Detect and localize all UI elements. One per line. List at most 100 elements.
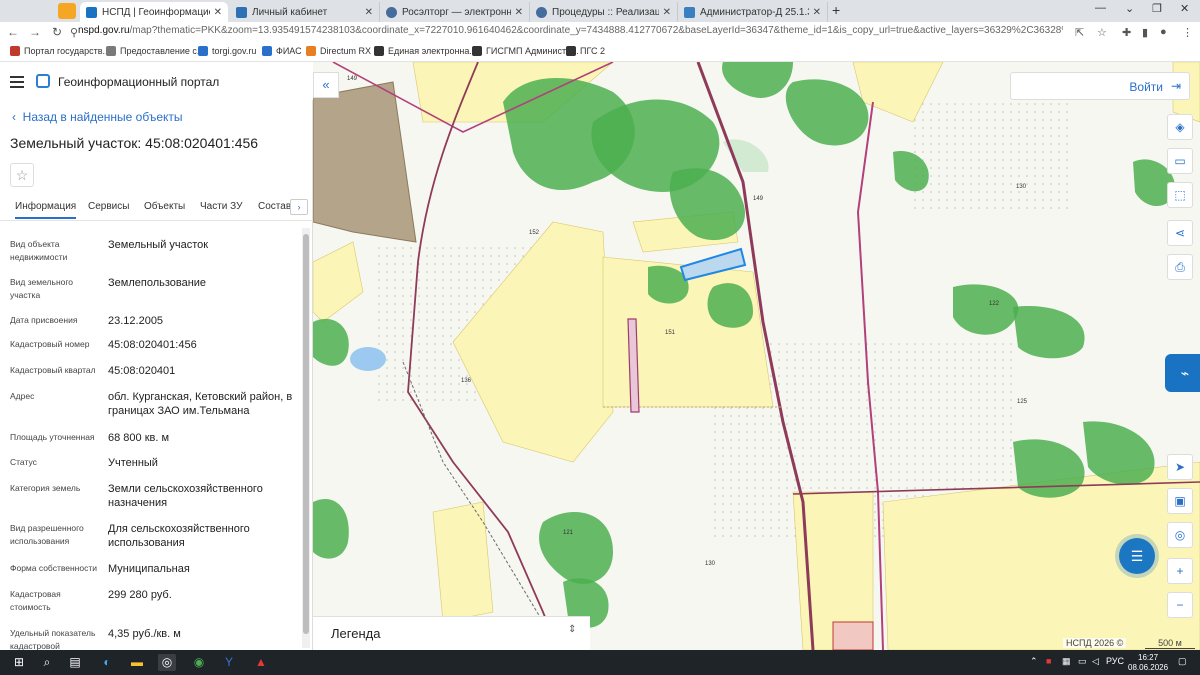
tab-information[interactable]: Информация — [15, 201, 77, 219]
profile-icon[interactable]: ● — [1160, 26, 1167, 38]
select-area-button[interactable]: ⬚ — [1167, 182, 1193, 208]
expand-icon[interactable]: ⇕ — [568, 624, 576, 635]
url-field[interactable]: nspd.gov.ru/map?thematic=PKK&zoom=13.935… — [78, 25, 1063, 36]
edge-icon[interactable]: ◐ — [98, 654, 116, 671]
bookmark-star-icon[interactable]: ☆ — [1097, 26, 1107, 39]
tray-app-icon[interactable]: ▦ — [1062, 656, 1071, 667]
back-to-results-link[interactable]: ‹ Назад в найденные объекты — [12, 110, 183, 124]
bookmark-item[interactable]: Предоставление с... — [106, 46, 204, 56]
back-arrow-icon[interactable]: ← — [2, 25, 24, 39]
forward-arrow-icon[interactable]: → — [24, 25, 46, 39]
tab-parts[interactable]: Части ЗУ — [200, 201, 242, 212]
layers-button[interactable]: ◈ — [1167, 114, 1193, 140]
object-title: Земельный участок: 45:08:020401:456 — [10, 135, 259, 151]
bookmark-item[interactable]: ГИСГМП Администр... — [472, 46, 579, 56]
bookmark-item[interactable]: Directum RX — [306, 46, 371, 56]
close-tab-icon[interactable]: ✕ — [214, 7, 222, 18]
property-value: 299 280 руб. — [108, 589, 172, 601]
tab-services[interactable]: Сервисы — [88, 201, 129, 212]
chrome-icon[interactable]: ◉ — [190, 654, 208, 671]
tab-title: Администратор-Д 25.1.350.417 — [700, 6, 809, 18]
property-value: 4,35 руб./кв. м — [108, 628, 181, 640]
share-button[interactable]: ⋖ — [1167, 220, 1193, 246]
tray-app-icon[interactable]: ■ — [1046, 656, 1051, 666]
favorite-star-button[interactable]: ☆ — [10, 163, 34, 187]
file-explorer-icon[interactable]: ▬ — [128, 654, 146, 671]
language-indicator[interactable]: РУС — [1106, 656, 1124, 666]
volume-icon[interactable]: ◁ — [1092, 656, 1099, 667]
search-icon[interactable]: ⌕ — [38, 654, 56, 671]
legend-panel[interactable]: Легенда ⇕ — [313, 616, 590, 650]
site-info-icon[interactable]: ⚲ — [70, 26, 78, 39]
property-label: Статус — [10, 457, 37, 467]
pinned-tab-icon[interactable] — [58, 3, 76, 19]
minimize-icon[interactable]: — — [1095, 2, 1106, 14]
notifications-icon[interactable]: ▢ — [1178, 656, 1187, 667]
reload-icon[interactable]: ↻ — [46, 25, 68, 39]
map-dotted-area — [913, 102, 1073, 212]
browser-app-icon[interactable]: ◎ — [158, 654, 176, 671]
browser-tab-active[interactable]: НСПД | Геоинформационный п ✕ — [80, 2, 228, 22]
zoom-out-button[interactable]: − — [1167, 592, 1193, 618]
map-label: 136 — [461, 378, 472, 384]
maximize-icon[interactable]: ❐ — [1152, 2, 1162, 15]
task-view-icon[interactable]: ▤ — [66, 654, 84, 671]
map-field[interactable] — [432, 501, 494, 623]
bookmark-item[interactable]: torgi.gov.ru — [198, 46, 256, 56]
system-clock[interactable]: 16:27 08.06.2026 — [1128, 653, 1168, 673]
close-tab-icon[interactable]: ✕ — [365, 7, 373, 18]
browser-tab[interactable]: Росэлторг — электронная торг ✕ — [380, 2, 530, 22]
share-icon[interactable]: ⇱ — [1075, 26, 1084, 39]
side-widget-tab[interactable]: ⌁ — [1165, 354, 1200, 392]
chevron-down-icon[interactable]: ⌄ — [1125, 2, 1134, 15]
extensions-icon[interactable]: ✚ — [1122, 26, 1131, 39]
close-window-icon[interactable]: ✕ — [1180, 2, 1189, 15]
map-parcel-red[interactable] — [832, 621, 874, 650]
map-label: 130 — [705, 561, 716, 567]
login-button[interactable]: Войти ⇥ — [1010, 72, 1190, 100]
hamburger-menu-icon[interactable] — [10, 76, 24, 88]
basemap-button[interactable]: ▣ — [1167, 488, 1193, 514]
scrollbar-thumb[interactable] — [303, 234, 309, 634]
portal-logo-icon — [36, 74, 50, 88]
close-tab-icon[interactable]: ✕ — [663, 7, 671, 18]
bookmark-icon — [472, 46, 482, 56]
bookmark-item[interactable]: ПГС 2 — [566, 46, 605, 56]
browser-tab[interactable]: Администратор-Д 25.1.350.417 ✕ — [678, 2, 828, 22]
collapse-panel-button[interactable]: « — [313, 72, 339, 98]
bookmark-item[interactable]: Единая электронна... — [374, 46, 477, 56]
pdf-reader-icon[interactable]: ▲ — [252, 654, 270, 671]
locate-button[interactable]: ➤ — [1167, 454, 1193, 480]
pinned-tab-icon[interactable] — [34, 3, 52, 19]
close-tab-icon[interactable]: ✕ — [813, 7, 821, 18]
network-icon[interactable]: ▭ — [1078, 656, 1087, 667]
bookmark-item[interactable]: ФИАС — [262, 46, 302, 56]
tab-composition[interactable]: Состав — [258, 201, 291, 212]
tray-overflow-icon[interactable]: ⌃ — [1030, 656, 1038, 667]
browser-tab[interactable]: Личный кабинет ✕ — [230, 2, 380, 22]
map-view[interactable]: 149 152 136 151 121 130 130 122 125 149 … — [313, 62, 1200, 650]
map-canvas[interactable]: 149 152 136 151 121 130 130 122 125 149 — [313, 62, 1200, 650]
zoom-in-button[interactable]: + — [1167, 558, 1193, 584]
close-tab-icon[interactable]: ✕ — [515, 7, 523, 18]
print-button[interactable]: ⎙ — [1167, 254, 1193, 280]
window-menu-icon[interactable] — [6, 3, 24, 19]
ruler-button[interactable]: ▭ — [1167, 148, 1193, 174]
bookmark-item[interactable]: Портал государств... — [10, 46, 110, 56]
panel-scrollbar[interactable] — [302, 228, 310, 648]
tab-objects[interactable]: Объекты — [144, 201, 185, 212]
sidebar-icon[interactable]: ▮ — [1142, 26, 1148, 39]
address-bar: ← → ↻ ⚲ nspd.gov.ru/map?thematic=PKK&zoo… — [0, 22, 1200, 42]
tabs-scroll-right-button[interactable]: › — [290, 199, 308, 215]
map-label: 125 — [1017, 399, 1028, 405]
app-y-icon[interactable]: Y — [220, 654, 238, 671]
property-value: Земли сельскохозяйственного назначения — [108, 483, 263, 509]
tab-favicon — [86, 6, 97, 18]
geolocation-button[interactable]: ◎ — [1167, 522, 1193, 548]
map-scale: 500 м — [1145, 638, 1195, 649]
browser-tab[interactable]: Процедуры :: Реализация госи ✕ — [530, 2, 678, 22]
chat-fab-button[interactable]: ☰ — [1119, 538, 1155, 574]
new-tab-icon[interactable]: + — [832, 2, 840, 18]
start-icon[interactable]: ⊞ — [10, 654, 28, 671]
menu-dots-icon[interactable]: ⋮ — [1182, 26, 1193, 39]
